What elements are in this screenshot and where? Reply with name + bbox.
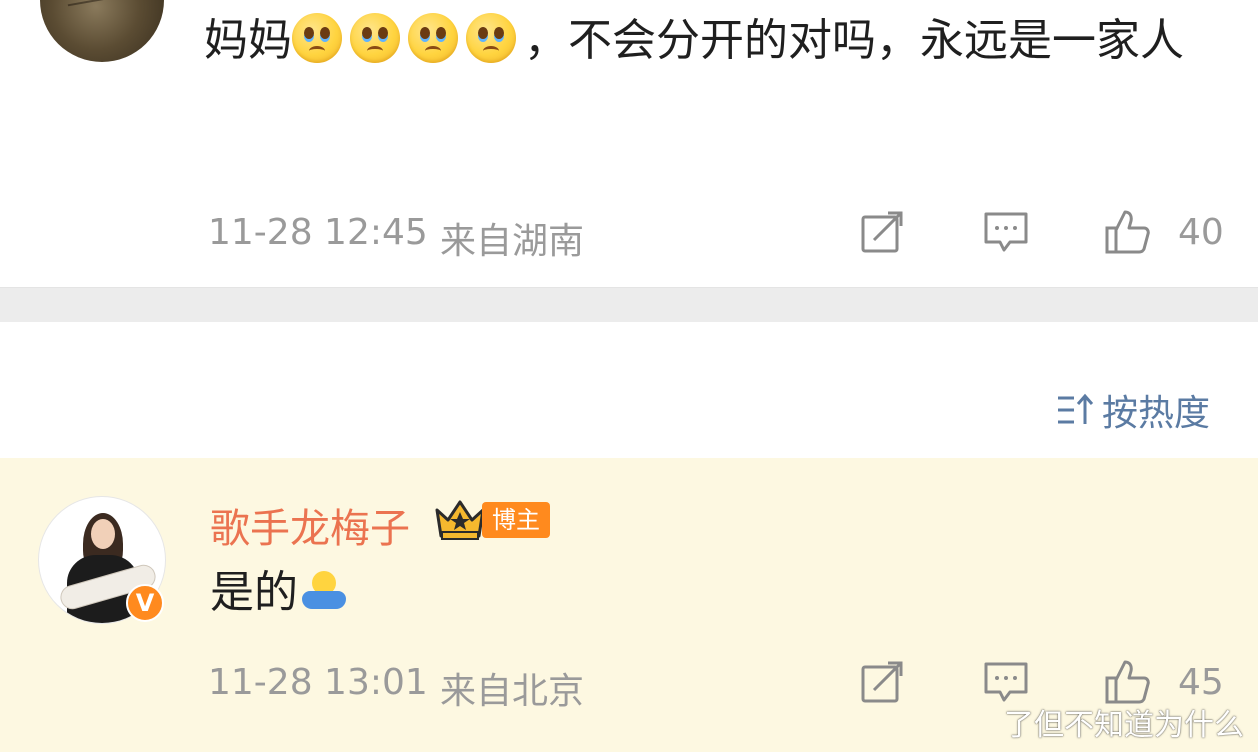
username[interactable]: 歌手龙梅子 [210,496,410,554]
share-button[interactable] [858,658,908,708]
sort-label: 按热度 [1101,393,1210,434]
crying-face-emoji-icon [466,13,516,63]
watermark-text: 了但不知道为什么 [1004,708,1244,743]
comment-text-part: 妈妈 [204,15,292,66]
share-icon [861,211,903,253]
verified-badge-icon: V [126,584,164,622]
avatar[interactable] [40,0,164,62]
section-divider [0,287,1258,323]
crying-face-emoji-icon [408,13,458,63]
sort-bar: 按热度 [0,322,1258,458]
thumbs-up-icon [1105,660,1150,704]
crown-icon [435,500,485,540]
comment-text: 是的 [210,562,346,624]
location: 来自湖南 [440,221,585,262]
crying-face-emoji-icon [292,13,342,63]
hug-emoji-icon [302,571,346,611]
sort-by-hot-button[interactable]: 按热度 [1056,384,1210,436]
comment-text-part: ，不会分开的对吗，永远是一家人 [524,15,1184,66]
like-count: 45 [1178,662,1224,703]
comment-text-part: 是的 [210,567,298,618]
comment-item: 妈妈 ，不会分开的对吗，永远是一家人 11-28 12:45 来自湖南 40 [0,0,1258,287]
comment-text: 妈妈 ，不会分开的对吗，永远是一家人 [204,10,1204,72]
thumbs-up-icon [1105,210,1150,254]
sort-icon [1057,393,1094,424]
reply-button[interactable] [982,208,1032,258]
comment-meta-row: 11-28 12:45 来自湖南 40 [208,208,1238,262]
timestamp: 11-28 12:45 [208,212,428,253]
comment-icon [984,662,1028,702]
crying-face-emoji-icon [350,13,400,63]
like-count: 40 [1178,212,1224,253]
comment-icon [984,212,1028,252]
share-icon [861,661,903,703]
blogger-badge: 博主 [482,502,550,538]
share-button[interactable] [858,208,908,258]
location: 来自北京 [440,671,585,712]
blogger-comment-item: V 歌手龙梅子 博主 是的 11-28 13:01 来自北京 45 了但不知道为… [0,458,1258,752]
comment-thread-page: 妈妈 ，不会分开的对吗，永远是一家人 11-28 12:45 来自湖南 40 按… [0,0,1258,752]
like-button[interactable] [1104,208,1154,258]
timestamp: 11-28 13:01 [208,662,428,703]
